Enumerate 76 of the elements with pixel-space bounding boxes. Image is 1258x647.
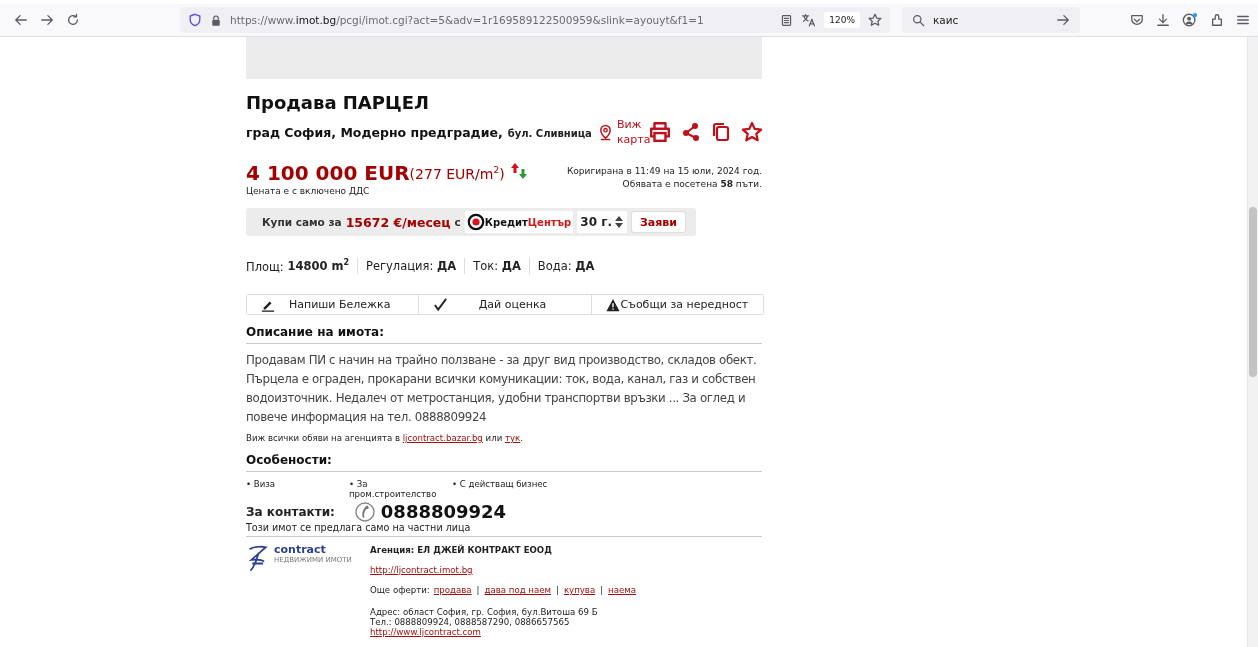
address-bar[interactable]: https://www.imot.bg/pcgi/imot.cgi?act=5&adv=1r169589122500959&slink=ayouyt&f1=1 120%	[180, 7, 890, 33]
agency-name: Агенция: ЕЛ ДЖЕЙ КОНТРАКТ ЕООД	[370, 545, 553, 555]
offers-label: Още оферти:	[370, 585, 430, 595]
monthly-amount: 15672 €/месец	[345, 214, 451, 230]
offer-link[interactable]: купува	[563, 585, 596, 595]
agency-website-link[interactable]: http://www.ljcontract.com	[370, 627, 637, 637]
contacts-label: За контакти:	[246, 504, 335, 519]
forward-icon[interactable]	[40, 13, 54, 27]
feature-item: • Виза	[246, 479, 277, 491]
share-icon[interactable]	[680, 122, 701, 142]
contact-phone: 0888809924	[380, 501, 507, 522]
vat-note: Цената е с включено ДДС	[246, 186, 371, 196]
feature-item: • За пром.строителство	[349, 479, 438, 499]
feature-item: • С действащ бизнес	[452, 479, 549, 491]
loan-term-field[interactable]: 30 г.	[577, 211, 627, 233]
apply-button[interactable]: Заяви	[631, 211, 686, 233]
search-icon	[912, 13, 925, 27]
reload-icon[interactable]	[66, 13, 80, 27]
search-text: каис	[933, 14, 959, 26]
star-icon[interactable]	[740, 121, 763, 143]
checkmark-icon	[433, 297, 449, 312]
download-icon[interactable]	[1156, 13, 1170, 27]
separator: |	[476, 585, 480, 595]
bookmark-star-icon[interactable]	[868, 13, 882, 27]
section-heading: Описание на имота:	[246, 325, 762, 344]
property-parameter: Вода: ДА	[537, 259, 595, 273]
translate-icon[interactable]	[801, 13, 817, 27]
agency-site-link[interactable]: http://ljcontract.imot.bg	[370, 565, 637, 575]
offer-link[interactable]: наема	[608, 585, 637, 595]
action-button[interactable]: Съобщи за нередност	[590, 295, 763, 314]
offer-link[interactable]: дава под наем	[484, 585, 551, 595]
location-text: град София, Модерно предградие,	[246, 124, 503, 140]
arrow-right-icon[interactable]	[1056, 13, 1070, 27]
section-heading: Особености:	[246, 453, 762, 472]
offer-link[interactable]: продава	[433, 585, 472, 595]
credit-center-logo: КредитЦентър	[464, 211, 574, 233]
property-parameter: Ток: ДА	[473, 259, 521, 273]
listing-title: Продава ПАРЦЕЛ	[246, 92, 430, 113]
zoom-level[interactable]: 120%	[824, 12, 860, 28]
agency-link[interactable]: ljcontract.bazar.bg	[402, 433, 483, 443]
pocket-icon[interactable]	[1130, 13, 1144, 27]
separator: |	[600, 585, 604, 595]
street-text: бул. Сливница	[507, 127, 592, 139]
menu-icon[interactable]	[1236, 13, 1250, 27]
copy-icon[interactable]	[710, 122, 731, 142]
back-icon[interactable]	[14, 13, 28, 27]
lock-icon	[210, 13, 222, 27]
description-text: Продавам ПИ с начин на трайно ползване - за друг вид производство, складов обект. Пърцела е ограден, прокарани всички комуникации: ток, вода, канал, газ и собствен водоизточник. Недалеч от метростанция, удобни транспортви връзки ... За оглед и повече информация на тел. 0888809924	[246, 352, 758, 426]
credit-lead: Купи само за	[262, 216, 342, 228]
scrollbar-thumb[interactable]	[1249, 207, 1257, 377]
shield-icon[interactable]	[188, 13, 202, 27]
spinner-arrows-icon[interactable]	[614, 214, 624, 230]
reader-view-icon[interactable]	[780, 13, 794, 27]
url-text: https://www.imot.bg/pcgi/imot.cgi?act=5&adv=1r169589122500959&slink=ayouyt&f1=1	[230, 14, 704, 26]
price-per-area: (277 EUR/m$^{2}$)	[409, 164, 505, 182]
credit-conj: с	[454, 216, 461, 228]
views-count: Обявата е посетена 58 пъти.	[621, 178, 762, 191]
print-icon[interactable]	[648, 121, 671, 143]
agency-listings-text: Виж всички обяви на агенцията в ljcontract.bazar.bg или тук.	[246, 433, 524, 443]
agency-address: Адрес: област София, гр. София, бул.Витоша 69 Б	[370, 607, 599, 617]
search-field[interactable]: каис	[902, 7, 1080, 33]
phone-icon	[354, 501, 375, 522]
warning-icon	[605, 297, 620, 312]
account-icon[interactable]	[1182, 12, 1198, 28]
property-parameter: Площ: 14800 m$^{2}$	[246, 258, 349, 274]
scrollbar[interactable]	[1247, 37, 1258, 647]
map-link[interactable]: Виж карта	[597, 117, 649, 147]
extensions-icon[interactable]	[1210, 13, 1224, 27]
property-parameter: Регулация: ДА	[366, 259, 457, 273]
price-change-icon	[508, 161, 529, 181]
price-text: 4 100 000 EUR	[246, 161, 410, 185]
map-pin-icon	[597, 123, 613, 141]
private-note: Този имот се предлага само на частни лица	[246, 522, 762, 537]
separator: |	[556, 585, 559, 595]
updated-date: Коригирана в 11:49 на 15 юли, 2024 год.	[566, 165, 762, 178]
agency-phones: Тел.: 0888809924, 0888587290, 0886657565	[370, 617, 571, 627]
